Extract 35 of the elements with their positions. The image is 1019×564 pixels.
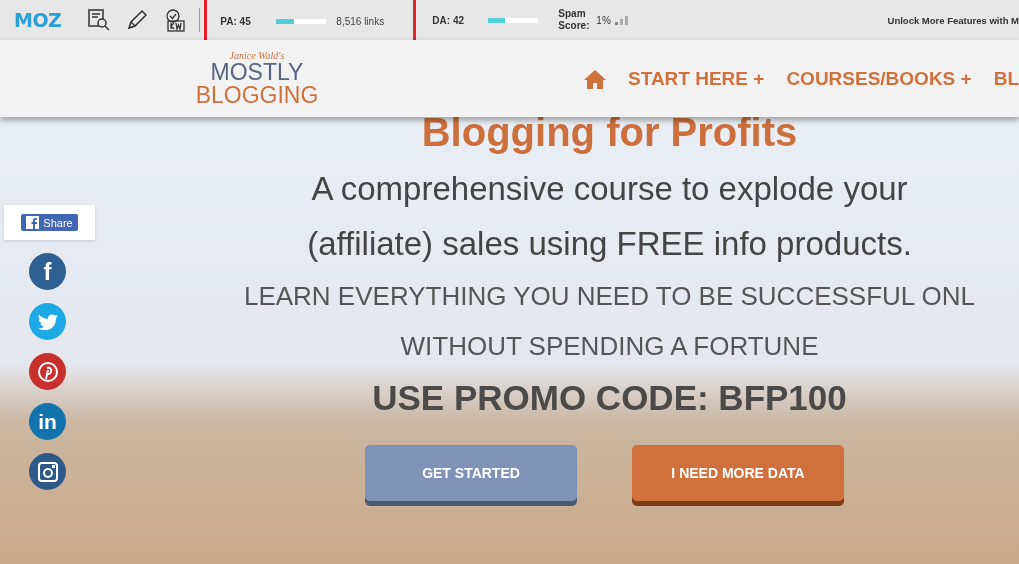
logo-tagline: Janice Wald's [229,50,285,61]
spam-score-value: 1% [596,14,611,26]
keyword-check-icon[interactable] [163,8,188,32]
upgrade-link[interactable]: Unlock More Features with M [887,14,1019,26]
pencil-icon[interactable] [125,8,150,32]
twitter-button[interactable] [29,303,66,340]
facebook-button[interactable]: f [29,253,66,290]
nav-link[interactable]: START HERE + [628,67,765,90]
logo-text: MOSTLY [210,60,304,84]
promo-code-text: USE PROMO CODE: BFP100 [371,377,848,419]
signal-bars-icon [614,15,628,25]
facebook-icon [26,216,40,229]
links-count: 8,516 links [336,16,385,27]
logo-text: BLOGGING [195,83,319,107]
pinterest-button[interactable] [29,353,66,390]
nav-link[interactable]: BL [993,67,1019,90]
facebook-share-button[interactable]: Share [21,214,78,231]
instagram-button[interactable] [29,453,66,490]
course-description: A comprehensive course to explode your [310,169,909,209]
moz-logo: MOZ [14,9,62,31]
site-logo[interactable]: Janice Wald's MOSTLY BLOGGING [192,50,322,107]
page-search-icon[interactable] [87,8,112,32]
pin-icon [37,361,58,382]
metric-label: PA: 45 [220,16,252,27]
tagline-text: LEARN EVERYTHING YOU NEED TO BE SUCCESSFUL ONL [242,280,977,313]
spam-score-label: Spam Score: [558,8,589,32]
home-icon[interactable] [584,68,606,89]
bird-icon [37,313,58,330]
linkedin-button[interactable]: in [29,403,66,440]
nav-link[interactable]: COURSES/BOOKS + [786,67,972,90]
tagline-text: WITHOUT SPENDING A FORTUNE [399,330,820,363]
camera-icon [37,461,58,482]
metric-label: DA: 42 [432,14,466,26]
course-title: Blogging for Profits [420,109,799,156]
course-description: (affiliate) sales using FREE info products. [306,224,913,264]
